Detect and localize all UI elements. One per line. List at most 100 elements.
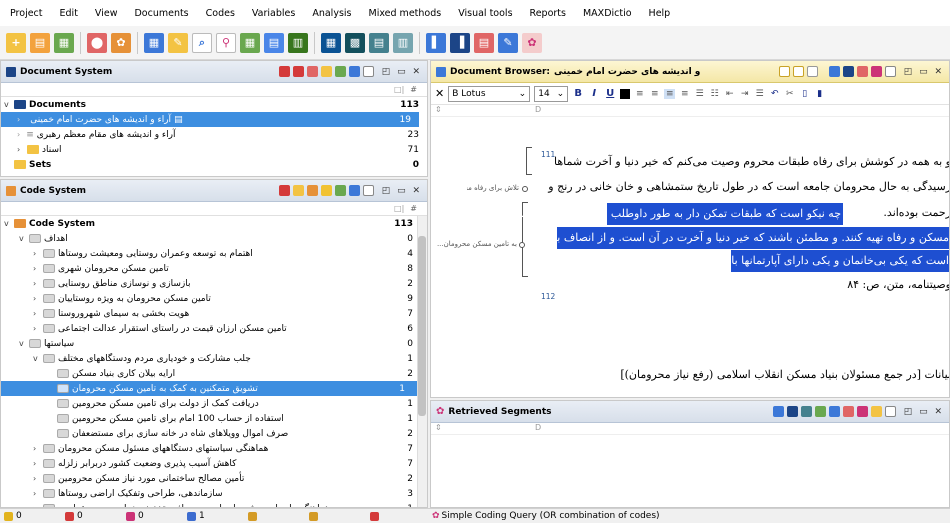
search-doc-icon[interactable] — [778, 66, 790, 77]
code-row[interactable]: › بازسازی و نوسازی مناطق روستایی 2 — [1, 276, 427, 291]
chevron-right-icon[interactable]: › — [33, 279, 43, 288]
table-icon[interactable] — [786, 406, 798, 417]
weight-icon[interactable] — [870, 406, 882, 417]
chevron-right-icon[interactable]: › — [33, 444, 43, 453]
page-icon[interactable] — [806, 66, 818, 77]
coded-segment-line[interactable]: مسکن و رفاه تهیه کنند. و مطمئن باشند که … — [532, 227, 949, 249]
save-project-icon[interactable]: ▦ — [54, 32, 74, 53]
code-row[interactable]: v جلب مشارکت و خودیاری مردم ودستگاههای مخ… — [1, 351, 427, 366]
italic-button[interactable]: I — [588, 88, 600, 99]
code-table-icon[interactable] — [334, 185, 346, 196]
emoticode-icon[interactable] — [320, 185, 332, 196]
code-row[interactable]: › تامین مسکن محرومان شهری 8 — [1, 261, 427, 276]
weight-filter-icon[interactable] — [348, 66, 360, 77]
edit-mode-icon[interactable] — [828, 66, 840, 77]
close-icon[interactable]: ✕ — [435, 87, 444, 100]
window-controls[interactable]: ◰ ▭ ✕ — [382, 186, 422, 196]
menu-analysis[interactable]: Analysis — [312, 8, 351, 19]
links-icon[interactable] — [870, 66, 882, 77]
document-line[interactable]: بیانات [در جمع مسئولان بنیاد مسکن انقلاب… — [557, 368, 949, 381]
menu-maxdictio[interactable]: MAXDictio — [583, 8, 632, 19]
numbering-icon[interactable]: ☷ — [709, 89, 720, 99]
copy-icon[interactable]: ▯ — [799, 89, 810, 99]
stripe-node-icon[interactable] — [522, 186, 528, 192]
coded-segment-line[interactable]: چه نیکو است که طبقات تمکن دار به طور داو… — [504, 203, 843, 225]
set-icon[interactable] — [334, 66, 346, 77]
paste-icon[interactable]: ▮ — [814, 89, 825, 99]
links-toggle-icon[interactable]: ✿ — [522, 32, 542, 53]
new-project-icon[interactable]: + — [6, 32, 26, 53]
align-right-icon[interactable]: ≡ — [664, 88, 676, 99]
code-row[interactable]: ›هماهنگی با دولت و شهرداریها جهت دریافت … — [1, 501, 427, 507]
code-row[interactable]: › تأمین مصالح ساختمانی مورد نیاز مسکن محر… — [1, 471, 427, 486]
code-stripe[interactable] — [526, 147, 532, 175]
window-controls[interactable]: ◰ ▭ ✕ — [904, 407, 944, 417]
chevron-down-icon[interactable]: v — [4, 219, 14, 228]
document-line[interactable]: زحمت بوده‌اند. — [851, 206, 949, 219]
doc-portrait-icon[interactable]: ▦ — [321, 32, 341, 53]
lexical-search-icon[interactable]: ⚲ — [216, 32, 236, 53]
indent-decrease-icon[interactable]: ⇤ — [724, 89, 735, 99]
new-code-icon[interactable] — [278, 185, 290, 196]
excel-icon[interactable] — [814, 406, 826, 417]
status-item[interactable]: 0 — [61, 511, 122, 521]
menu-documents[interactable]: Documents — [134, 8, 188, 19]
open-project-icon[interactable]: ▤ — [30, 32, 50, 53]
search-in-doc-icon[interactable] — [884, 66, 896, 77]
status-item[interactable] — [366, 511, 427, 521]
search-docs-icon[interactable] — [362, 66, 374, 77]
code-row[interactable]: › سازماندهی، طراحی وتفکیک اراضی روستاها 3 — [1, 486, 427, 501]
status-item[interactable]: 0 — [0, 511, 61, 521]
activate-docs-icon[interactable] — [278, 66, 290, 77]
codes-icon[interactable] — [842, 406, 854, 417]
document-row[interactable]: › ≡ آراء و اندیشه های مقام معظم رهبری 23 — [1, 127, 427, 142]
text-color-button[interactable] — [620, 88, 631, 99]
menu-project[interactable]: Project — [10, 8, 43, 19]
chevron-down-icon[interactable]: v — [19, 339, 29, 348]
search-codes-icon[interactable] — [362, 185, 374, 196]
menu-reports[interactable]: Reports — [530, 8, 566, 19]
search-icon[interactable]: ⌕ — [192, 32, 212, 53]
list-view-icon[interactable] — [772, 406, 784, 417]
menu-help[interactable]: Help — [649, 8, 671, 19]
cut-icon[interactable]: ✂ — [784, 89, 795, 99]
sets-row[interactable]: Sets 0 — [1, 157, 427, 172]
code-row[interactable]: استفاده از حساب 100 امام برای تامین مسکن… — [1, 411, 427, 426]
code-row[interactable]: v سیاستها 0 — [1, 336, 427, 351]
menu-edit[interactable]: Edit — [60, 8, 78, 19]
chevron-right-icon[interactable]: › — [33, 249, 43, 258]
chevron-down-icon[interactable]: v — [4, 100, 14, 109]
align-left-icon[interactable]: ≡ — [634, 89, 645, 99]
retrieved-segments-toggle-icon[interactable]: ✎ — [498, 32, 518, 53]
chevron-right-icon[interactable]: › — [33, 294, 43, 303]
chevron-down-icon[interactable]: v — [19, 234, 29, 243]
status-item[interactable] — [244, 511, 305, 521]
code-row[interactable]: دریافت کمک از دولت برای تامین مسکن محروم… — [1, 396, 427, 411]
status-item[interactable] — [305, 511, 366, 521]
document-line[interactable]: و به همه در کوشش برای رفاه طبقات محروم و… — [554, 155, 949, 168]
chevron-right-icon[interactable]: › — [17, 145, 27, 154]
code-row[interactable]: › هویت بخشی به سیمای شهروروستا 7 — [1, 306, 427, 321]
chevron-right-icon[interactable]: › — [33, 459, 43, 468]
deactivate-icon[interactable]: ✿ — [111, 32, 131, 53]
search-segments-icon[interactable] — [884, 406, 896, 417]
document-system-toggle-icon[interactable]: ▌ — [426, 32, 446, 53]
code-row[interactable]: › کاهش آسیب پذیری وضعیت کشور دربرابر زلزل… — [1, 456, 427, 471]
chevron-right-icon[interactable]: › — [33, 324, 43, 333]
code-system-root-row[interactable]: v Code System 113 — [1, 216, 427, 231]
code-row[interactable]: › تامین مسکن محرومان به ویژه روستاییان 9 — [1, 291, 427, 306]
menu-codes[interactable]: Codes — [206, 8, 235, 19]
code-map-icon[interactable]: ▥ — [288, 32, 308, 53]
chevron-right-icon[interactable]: › — [33, 489, 43, 498]
code-relations-icon[interactable]: ▤ — [264, 32, 284, 53]
window-controls[interactable]: ◰ ▭ ✕ — [904, 67, 944, 77]
indent-increase-icon[interactable]: ⇥ — [739, 89, 750, 99]
menu-mixed-methods[interactable]: Mixed methods — [369, 8, 442, 19]
export-icon[interactable] — [800, 406, 812, 417]
new-doc-icon[interactable] — [292, 66, 304, 77]
status-item[interactable]: 1 — [183, 511, 244, 521]
doc-comparison-icon[interactable]: ▤ — [369, 32, 389, 53]
code-row[interactable]: › هماهنگی سیاستهای دستگاههای مسئول مسکن م… — [1, 441, 427, 456]
document-line[interactable]: وصیتنامه، متن، ص: ۸۴ — [731, 278, 949, 291]
code-color-icon[interactable] — [306, 185, 318, 196]
